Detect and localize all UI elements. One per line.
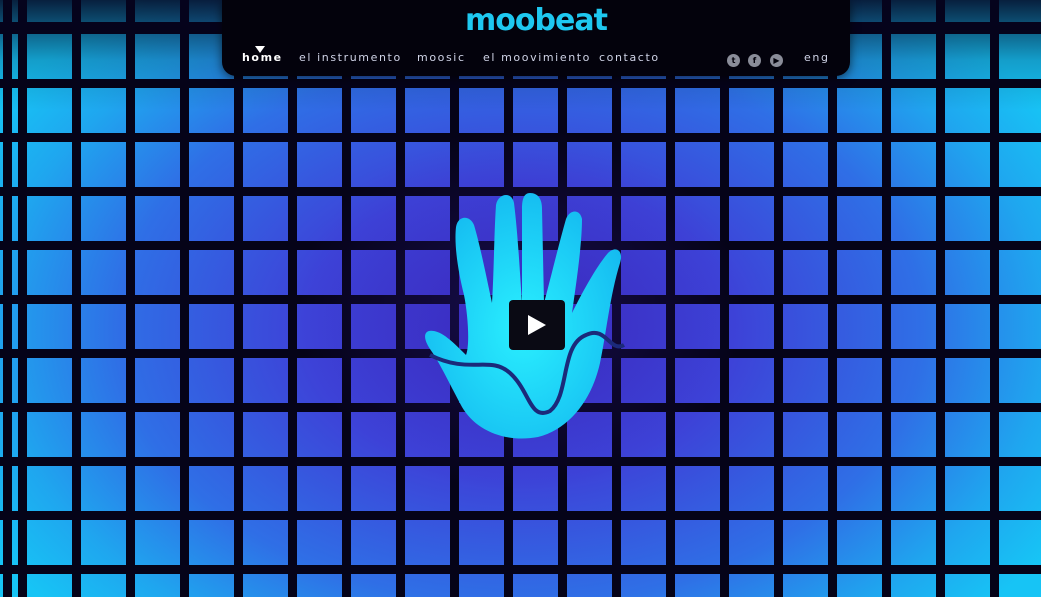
top-navigation-panel: moobeat home el instrumento moosic el mo… [222, 0, 850, 76]
svg-text:moobeat: moobeat [465, 4, 608, 36]
nav-item-el-instrumento[interactable]: el instrumento [299, 51, 402, 64]
nav-item-label: contacto [599, 51, 660, 64]
hero-background [0, 0, 1041, 597]
nav-item-label: moosic [417, 51, 466, 64]
language-selector[interactable]: eng [804, 51, 830, 64]
twitter-icon[interactable]: t [727, 54, 740, 67]
play-icon [528, 315, 546, 335]
facebook-icon[interactable]: f [748, 54, 761, 67]
nav-item-home[interactable]: home [242, 46, 283, 64]
nav-item-label: el moovimiento [483, 51, 592, 64]
play-button[interactable] [509, 300, 565, 350]
nav-item-moosic[interactable]: moosic [417, 51, 466, 64]
nav-item-el-moovimiento[interactable]: el moovimiento [483, 51, 591, 64]
nav-item-contacto[interactable]: contacto [599, 51, 660, 64]
language-label: eng [804, 51, 830, 64]
active-marker-icon [255, 46, 265, 53]
youtube-icon[interactable]: ▶ [770, 54, 783, 67]
nav-item-label: el instrumento [299, 51, 402, 64]
moobeat-logo[interactable]: moobeat [458, 4, 614, 36]
